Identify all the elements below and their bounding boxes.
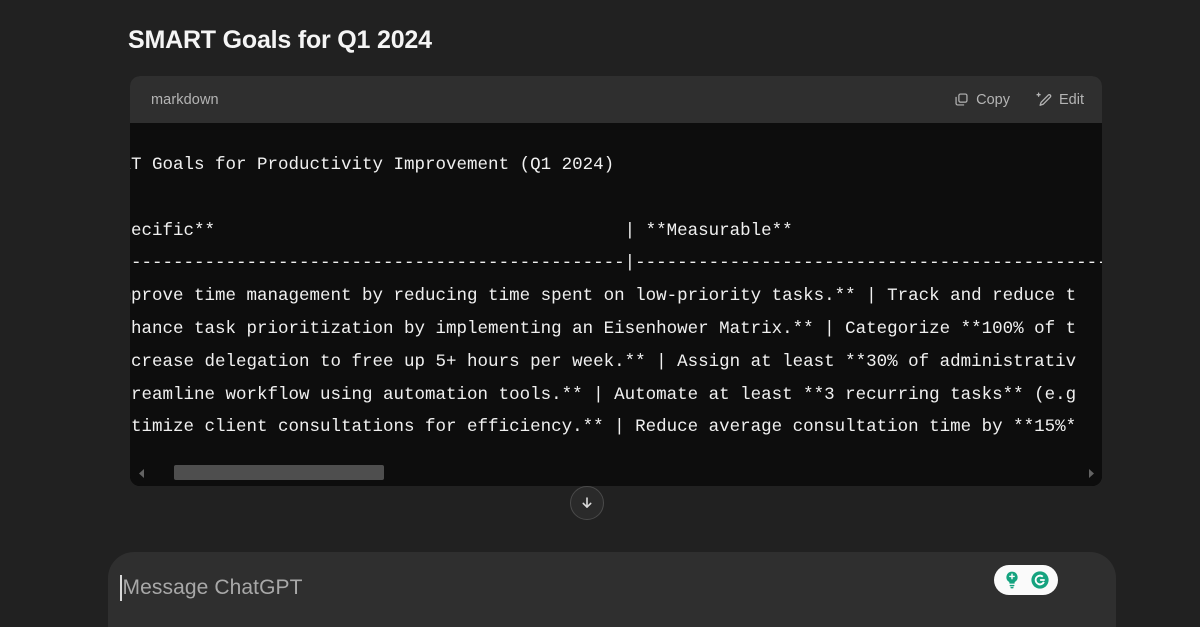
edit-button-label: Edit: [1059, 92, 1084, 108]
scrollbar-thumb[interactable]: [174, 465, 384, 480]
copy-icon: [954, 92, 969, 107]
horizontal-scrollbar[interactable]: [130, 460, 1102, 486]
composer-placeholder: Message ChatGPT: [122, 576, 303, 600]
chevron-left-icon[interactable]: [130, 460, 152, 486]
code-content: ART Goals for Productivity Improvement …: [130, 149, 1102, 444]
browser-extension-pill: [994, 565, 1058, 595]
arrow-down-icon: [579, 495, 595, 511]
page-title: SMART Goals for Q1 2024: [128, 26, 432, 55]
grammarly-g-icon[interactable]: [1028, 568, 1053, 593]
scroll-to-bottom-button[interactable]: [570, 486, 604, 520]
code-block: markdown Copy Edit ART Goals for Product…: [130, 76, 1102, 486]
code-language-label: markdown: [151, 92, 219, 108]
copy-button[interactable]: Copy: [954, 92, 1010, 108]
conversation-area: SMART Goals for Q1 2024 markdown Copy Ed…: [0, 0, 1200, 540]
lightbulb-icon[interactable]: [1000, 568, 1025, 593]
code-block-header: markdown Copy Edit: [130, 76, 1102, 123]
composer-input-row[interactable]: Message ChatGPT: [120, 570, 980, 606]
message-composer[interactable]: Message ChatGPT: [108, 552, 1116, 627]
code-block-actions: Copy Edit: [954, 92, 1084, 108]
edit-button[interactable]: Edit: [1036, 92, 1084, 108]
magic-pencil-icon: [1036, 92, 1052, 108]
chevron-right-icon[interactable]: [1080, 460, 1102, 486]
copy-button-label: Copy: [976, 92, 1010, 108]
code-block-body[interactable]: ART Goals for Productivity Improvement …: [130, 123, 1102, 486]
scrollbar-track[interactable]: [152, 460, 1080, 486]
